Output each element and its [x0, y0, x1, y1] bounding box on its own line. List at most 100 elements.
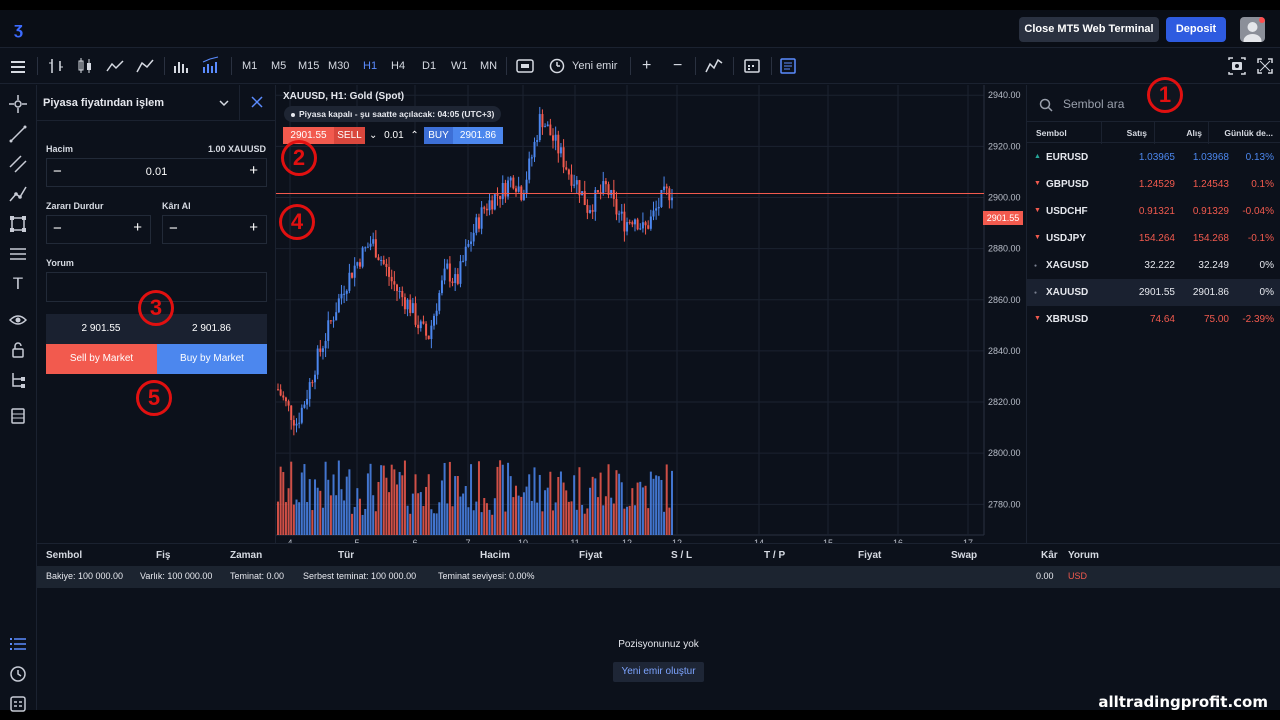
- oc-lot-value[interactable]: 0.01: [384, 130, 403, 141]
- col-volume[interactable]: Hacim: [480, 550, 510, 561]
- candle-body: [393, 281, 396, 285]
- chevron-down-icon[interactable]: [218, 93, 230, 116]
- watchlist-row[interactable]: ▼ USDJPY 154.264 154.268 -0.1%: [1027, 225, 1280, 252]
- tf-m15[interactable]: M15: [298, 48, 319, 84]
- eye-icon[interactable]: [8, 311, 28, 329]
- col-daily-change[interactable]: Günlük de...: [1224, 128, 1273, 138]
- order-type-select[interactable]: Piyasa fiyatından işlem: [43, 97, 164, 109]
- oc-buy-price[interactable]: 2901.86: [453, 127, 503, 144]
- symbol-search-input[interactable]: Sembol ara: [1063, 97, 1124, 111]
- zoom-out-icon[interactable]: −: [673, 48, 682, 84]
- candle-body: [440, 280, 443, 294]
- calendar-icon[interactable]: [744, 48, 760, 84]
- col-symbol[interactable]: Sembol: [46, 550, 82, 561]
- lock-icon[interactable]: [9, 341, 27, 359]
- area-chart-icon[interactable]: [136, 48, 154, 84]
- price-chart[interactable]: 2940.00 2920.00 2900.00 2880.00 2860.00 2840.…: [276, 85, 1026, 543]
- close-terminal-button[interactable]: Close MT5 Web Terminal: [1019, 17, 1159, 42]
- stop-loss-stepper[interactable]: − +: [46, 215, 151, 244]
- candle-body: [377, 257, 380, 261]
- zoom-in-icon[interactable]: +: [642, 48, 651, 84]
- increase-sl-button[interactable]: +: [133, 219, 142, 236]
- volume-color-icon[interactable]: [202, 48, 220, 84]
- data-window-icon[interactable]: [9, 407, 27, 425]
- create-new-order-button[interactable]: Yeni emir oluştur: [613, 662, 704, 682]
- col-comment[interactable]: Yorum: [1068, 550, 1099, 561]
- indicators-icon[interactable]: [705, 48, 723, 84]
- col-symbol[interactable]: Sembol: [1036, 128, 1067, 138]
- depth-of-market-icon[interactable]: [780, 48, 796, 84]
- candle-body: [277, 389, 279, 391]
- col-type[interactable]: Tür: [338, 550, 354, 561]
- positions-list-icon[interactable]: [9, 635, 27, 653]
- volume-icon[interactable]: [173, 48, 189, 84]
- watchlist-row[interactable]: ● XAGUSD 32.222 32.249 0%: [1027, 252, 1280, 279]
- chevron-down-icon[interactable]: ⌄: [369, 130, 377, 141]
- one-click-buy[interactable]: BUY 2901.86: [424, 127, 503, 144]
- crosshair-icon[interactable]: [9, 95, 27, 113]
- oc-lot-stepper[interactable]: ⌄ 0.01 ⌃: [369, 127, 421, 144]
- sell-by-market-button[interactable]: Sell by Market: [46, 344, 157, 374]
- watchlist-row[interactable]: ▼ XBRUSD 74.64 75.00 -2.39%: [1027, 306, 1280, 333]
- chart-canvas[interactable]: 2940.00 2920.00 2900.00 2880.00 2860.00 2840.…: [276, 85, 1026, 543]
- oc-buy-button[interactable]: BUY: [424, 127, 453, 144]
- close-icon[interactable]: [251, 96, 263, 111]
- object-tree-icon[interactable]: [9, 371, 27, 389]
- fullscreen-icon[interactable]: [1257, 48, 1273, 84]
- watchlist-row[interactable]: ▼ GBPUSD 1.24529 1.24543 0.1%: [1027, 171, 1280, 198]
- polyline-icon[interactable]: [9, 185, 27, 203]
- col-price[interactable]: Fiyat: [579, 550, 602, 561]
- history-icon[interactable]: [9, 665, 27, 683]
- candle-body: [514, 188, 517, 192]
- new-order-icon[interactable]: [549, 48, 565, 84]
- watchlist-row[interactable]: ● XAUUSD 2901.55 2901.86 0%: [1027, 279, 1280, 306]
- journal-icon[interactable]: [9, 695, 27, 713]
- take-profit-stepper[interactable]: − +: [162, 215, 267, 244]
- oc-sell-button[interactable]: SELL: [334, 127, 365, 144]
- one-click-trading-icon[interactable]: [516, 48, 534, 84]
- tf-m1[interactable]: M1: [242, 48, 257, 84]
- tf-h1[interactable]: H1: [363, 48, 377, 84]
- tf-h4[interactable]: H4: [391, 48, 405, 84]
- col-tp[interactable]: T / P: [764, 550, 785, 561]
- tf-m5[interactable]: M5: [271, 48, 286, 84]
- text-icon[interactable]: T: [9, 275, 27, 293]
- volume-bar: [295, 499, 298, 535]
- shape-icon[interactable]: [9, 215, 27, 233]
- chevron-up-icon[interactable]: ⌃: [410, 130, 418, 141]
- screenshot-icon[interactable]: [1228, 48, 1246, 84]
- decrease-sl-button[interactable]: −: [53, 220, 62, 237]
- menu-icon[interactable]: [11, 48, 25, 84]
- col-time[interactable]: Zaman: [230, 550, 262, 561]
- tf-w1[interactable]: W1: [451, 48, 468, 84]
- watchlist-row[interactable]: ▲ EURUSD 1.03965 1.03968 0.13%: [1027, 144, 1280, 171]
- new-order-button[interactable]: Yeni emir: [572, 48, 617, 84]
- tf-mn[interactable]: MN: [480, 48, 497, 84]
- bar-chart-icon[interactable]: [48, 48, 64, 84]
- buy-by-market-button[interactable]: Buy by Market: [157, 344, 267, 374]
- fibonacci-icon[interactable]: [9, 245, 27, 263]
- col-current-price[interactable]: Fiyat: [858, 550, 881, 561]
- col-swap[interactable]: Swap: [951, 550, 977, 561]
- candlestick-icon[interactable]: [77, 48, 93, 84]
- watchlist-row[interactable]: ▼ USDCHF 0.91321 0.91329 -0.04%: [1027, 198, 1280, 225]
- line-chart-icon[interactable]: [106, 48, 124, 84]
- candle-body: [414, 303, 417, 325]
- volume-input[interactable]: 0.01: [47, 166, 266, 178]
- tf-d1[interactable]: D1: [422, 48, 436, 84]
- trendline-icon[interactable]: [9, 125, 27, 143]
- col-ticket[interactable]: Fiş: [156, 550, 170, 561]
- deposit-button[interactable]: Deposit: [1166, 17, 1226, 42]
- channel-icon[interactable]: [9, 155, 27, 173]
- avatar[interactable]: [1240, 17, 1265, 42]
- candle-body: [430, 325, 433, 340]
- col-sl[interactable]: S / L: [671, 550, 692, 561]
- volume-stepper[interactable]: − 0.01 +: [46, 158, 267, 187]
- col-ask[interactable]: Alış: [1186, 128, 1202, 138]
- tf-m30[interactable]: M30: [328, 48, 349, 84]
- col-bid[interactable]: Satış: [1127, 128, 1147, 138]
- col-profit[interactable]: Kâr: [1041, 550, 1058, 561]
- decrease-tp-button[interactable]: −: [169, 220, 178, 237]
- increase-tp-button[interactable]: +: [249, 219, 258, 236]
- increase-volume-button[interactable]: +: [249, 162, 258, 179]
